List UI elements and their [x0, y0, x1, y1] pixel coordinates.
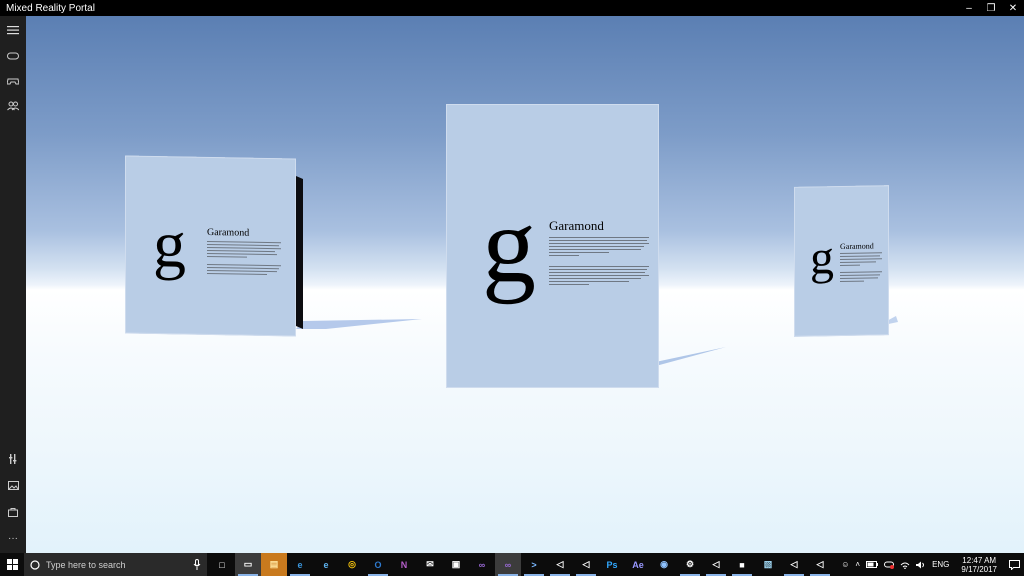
people-icon[interactable]: ☺ — [841, 560, 849, 569]
clock-time: 12:47 AM — [962, 555, 997, 565]
search-placeholder: Type here to search — [46, 559, 126, 570]
camera-icon[interactable]: ■ — [729, 553, 755, 576]
task-view-icon[interactable]: □ — [209, 553, 235, 576]
edge-icon[interactable]: e — [287, 553, 313, 576]
file-explorer-icon[interactable]: ▤ — [261, 553, 287, 576]
nav-controllers-button[interactable] — [0, 70, 26, 92]
taskbar: Type here to search □ ▭ ▤ e e ◎ O N ✉ ▣ … — [0, 553, 1024, 576]
start-button[interactable] — [0, 553, 24, 576]
nav-developer-button[interactable] — [0, 448, 26, 470]
unity-icon-2[interactable]: ◁ — [573, 553, 599, 576]
visual-studio-icon[interactable]: ∞ — [469, 553, 495, 576]
settings-icon[interactable]: ⚙ — [677, 553, 703, 576]
show-hidden-icons-chevron-icon[interactable]: ˄ — [855, 560, 860, 569]
garamond-card-center[interactable]: g Garamond — [446, 104, 659, 388]
store-icon — [8, 508, 18, 517]
card-glyph: g — [153, 207, 186, 282]
ie-icon[interactable]: e — [313, 553, 339, 576]
outlook-icon[interactable]: O — [365, 553, 391, 576]
battery-icon[interactable] — [866, 561, 879, 568]
mixed-reality-viewport[interactable]: g Garamond g Garamond g Garamond — [26, 16, 1024, 553]
windows-logo-icon — [6, 559, 18, 570]
visual-studio-preview-icon[interactable]: ∞ — [495, 553, 521, 576]
store-taskbar-icon[interactable]: ▣ — [443, 553, 469, 576]
clock[interactable]: 12:47 AM 9/17/2017 — [955, 556, 1003, 574]
mr-warning-icon[interactable] — [884, 561, 895, 569]
after-effects-icon[interactable]: Ae — [625, 553, 651, 576]
microphone-icon — [193, 559, 201, 570]
notepad-icon[interactable]: ▧ — [755, 553, 781, 576]
title-bar: Mixed Reality Portal – ❐ ✕ — [0, 0, 1024, 16]
unity-icon-5[interactable]: ◁ — [807, 553, 833, 576]
window-title: Mixed Reality Portal — [6, 2, 95, 14]
card-body-text — [840, 252, 882, 284]
restore-button[interactable]: ❐ — [980, 0, 1002, 16]
chrome-icon[interactable]: ◎ — [339, 553, 365, 576]
card-body-text — [207, 240, 281, 277]
powershell-icon[interactable]: > — [521, 553, 547, 576]
search-icon — [30, 559, 40, 570]
card-title: Garamond — [840, 241, 874, 252]
close-button[interactable]: ✕ — [1002, 0, 1024, 16]
system-tray: ☺ ˄ ENG 12:47 AM 9/17/2017 — [841, 553, 1024, 576]
nav-capture-button[interactable] — [0, 474, 26, 496]
controller-icon — [7, 78, 19, 85]
nav-store-button[interactable] — [0, 501, 26, 523]
card-title: Garamond — [549, 218, 604, 233]
menu-icon — [7, 26, 19, 35]
card-title: Garamond — [207, 226, 250, 239]
action-center-icon[interactable] — [1009, 559, 1020, 570]
volume-icon[interactable] — [916, 561, 926, 569]
nav-home-button[interactable] — [0, 45, 26, 67]
photoshop-icon[interactable]: Ps — [599, 553, 625, 576]
card-glyph: g — [810, 231, 834, 285]
nav-rail: ··· — [0, 16, 26, 553]
card-body-text — [549, 237, 649, 287]
dev-tools-icon — [9, 454, 17, 464]
mail-icon[interactable]: ✉ — [417, 553, 443, 576]
onenote-icon[interactable]: N — [391, 553, 417, 576]
hamburger-menu-button[interactable] — [0, 19, 26, 41]
garamond-card-right[interactable]: g Garamond — [794, 185, 889, 337]
garamond-card-left[interactable]: g Garamond — [125, 155, 296, 337]
minimize-button[interactable]: – — [958, 0, 980, 16]
globe-icon[interactable]: ◉ — [651, 553, 677, 576]
clock-date: 9/17/2017 — [961, 564, 997, 574]
headset-icon — [7, 52, 19, 60]
taskbar-apps: □ ▭ ▤ e e ◎ O N ✉ ▣ ∞ ∞ > ◁ ◁ Ps Ae ◉ ⚙ … — [209, 553, 833, 576]
unity-icon-3[interactable]: ◁ — [703, 553, 729, 576]
mixed-reality-portal-icon[interactable]: ▭ — [235, 553, 261, 576]
language-indicator[interactable]: ENG — [932, 560, 949, 569]
nav-more-button[interactable]: ··· — [0, 527, 26, 549]
card-glyph: g — [482, 186, 536, 305]
network-icon[interactable] — [900, 561, 910, 569]
nav-people-button[interactable] — [0, 95, 26, 117]
people-icon — [7, 101, 19, 111]
unity-icon-1[interactable]: ◁ — [547, 553, 573, 576]
unity-icon-4[interactable]: ◁ — [781, 553, 807, 576]
search-box[interactable]: Type here to search — [24, 553, 207, 576]
capture-icon — [7, 480, 19, 490]
